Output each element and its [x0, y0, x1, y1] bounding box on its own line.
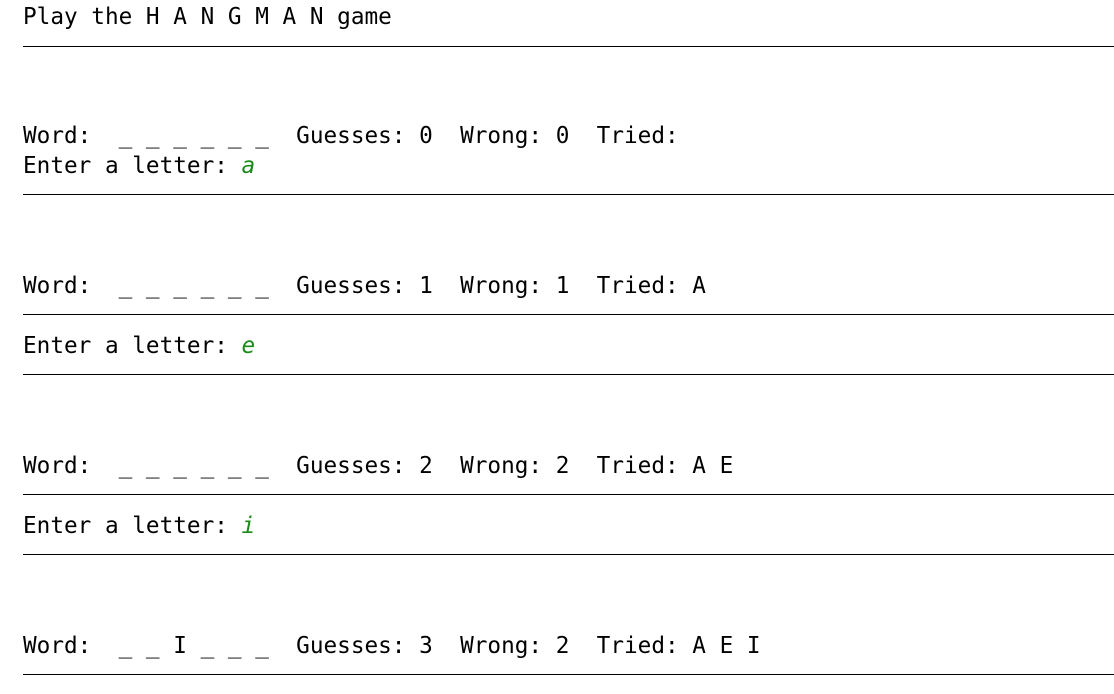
separator-line: [23, 314, 1114, 315]
prompt-label: Enter a letter:: [23, 153, 242, 179]
status-line: Word: _ _ _ _ _ _ Guesses: 1 Wrong: 1 Tr…: [23, 273, 706, 299]
user-input-letter: e: [241, 333, 256, 359]
prompt-line: Enter a letter: e: [23, 331, 255, 361]
user-input-letter: i: [241, 513, 256, 539]
prompt-label: Enter a letter:: [23, 513, 242, 539]
user-input-letter: a: [241, 153, 256, 179]
prompt-line: Enter a letter: i: [23, 511, 255, 541]
terminal-output: Play the H A N G M A N game Word: _ _ _ …: [0, 0, 1114, 694]
prompt-label: Enter a letter:: [23, 333, 242, 359]
separator-line: [23, 554, 1114, 555]
status-line: Word: _ _ _ _ _ _ Guesses: 2 Wrong: 2 Tr…: [23, 453, 734, 479]
game-title-line: Play the H A N G M A N game: [23, 4, 392, 30]
separator-line: [23, 46, 1114, 47]
status-line: Word: _ _ _ _ _ _ Guesses: 0 Wrong: 0 Tr…: [23, 123, 679, 149]
separator-line: [23, 194, 1114, 195]
separator-line: [23, 674, 1114, 675]
status-line: Word: _ _ I _ _ _ Guesses: 3 Wrong: 2 Tr…: [23, 633, 761, 659]
prompt-line: Enter a letter: a: [23, 151, 255, 181]
separator-line: [23, 494, 1114, 495]
separator-line: [23, 374, 1114, 375]
